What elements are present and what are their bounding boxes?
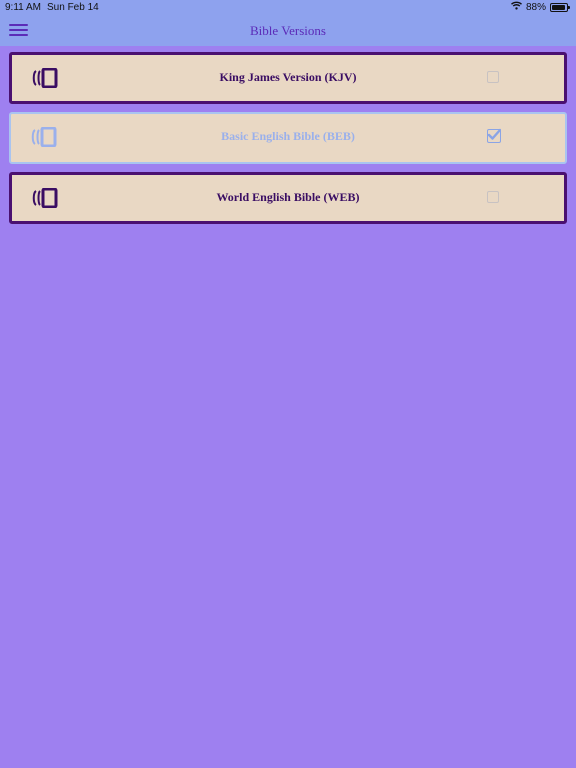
bible-book-icon xyxy=(30,67,58,89)
version-row-kjv[interactable]: King James Version (KJV) xyxy=(9,52,567,104)
nav-bar: Bible Versions xyxy=(0,16,576,46)
status-time: 9:11 AM xyxy=(5,2,41,13)
bible-book-icon xyxy=(29,126,57,148)
battery-percent: 88% xyxy=(525,1,546,13)
version-checkbox[interactable] xyxy=(487,71,499,83)
checkmark-icon xyxy=(487,128,501,140)
version-label: King James Version (KJV) xyxy=(219,70,357,84)
version-checkbox[interactable] xyxy=(487,191,499,203)
status-date: Sun Feb 14 xyxy=(47,2,99,13)
bible-version-list: King James Version (KJV) Basic English B… xyxy=(9,52,567,232)
wifi-icon xyxy=(511,1,522,13)
version-row-beb[interactable]: Basic English Bible (BEB) xyxy=(9,112,567,164)
status-bar: 9:11 AM Sun Feb 14 88% xyxy=(0,0,576,16)
page-title: Bible Versions xyxy=(250,23,326,38)
version-checkbox-checked[interactable] xyxy=(487,128,501,143)
version-label: World English Bible (WEB) xyxy=(216,190,360,204)
version-row-web[interactable]: World English Bible (WEB) xyxy=(9,172,567,224)
status-right: 88% xyxy=(511,1,570,13)
bible-book-icon xyxy=(30,187,58,209)
battery-icon xyxy=(550,2,570,12)
version-label: Basic English Bible (BEB) xyxy=(221,129,355,143)
